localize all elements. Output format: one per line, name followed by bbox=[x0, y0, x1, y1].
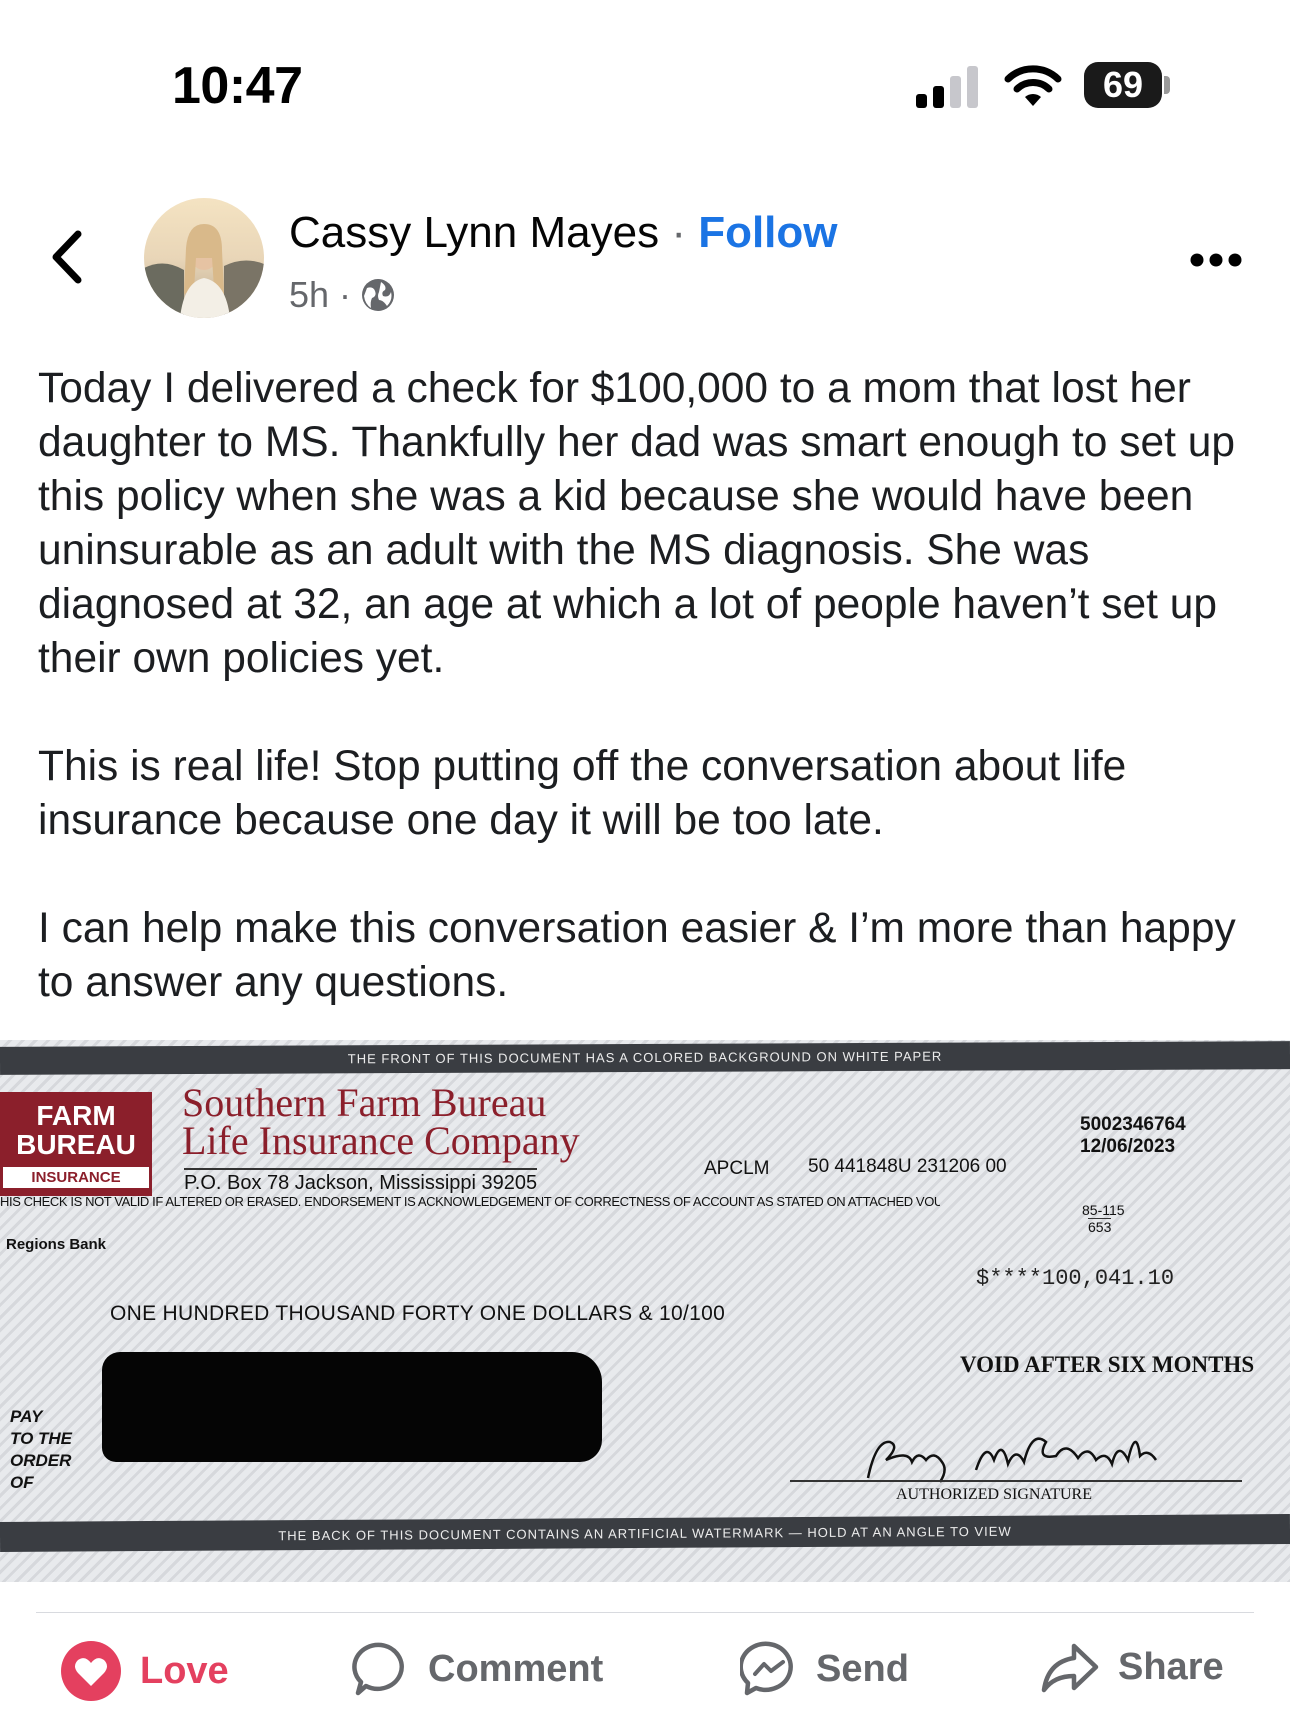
farm-bureau-logo: FARM BUREAU INSURANCE bbox=[0, 1092, 152, 1196]
messenger-icon bbox=[740, 1641, 793, 1696]
post-author-line: Cassy Lynn Mayes · Follow bbox=[289, 208, 838, 258]
comment-icon bbox=[352, 1642, 404, 1696]
pay-line4: OF bbox=[10, 1473, 34, 1492]
check-top-band: THE FRONT OF THIS DOCUMENT HAS A COLORED… bbox=[0, 1041, 1290, 1075]
post-meta: 5h · bbox=[289, 274, 395, 316]
signature-line bbox=[790, 1480, 1242, 1482]
post-paragraph: I can help make this conversation easier… bbox=[38, 905, 1236, 1006]
signature-label: AUTHORIZED SIGNATURE bbox=[896, 1486, 1092, 1503]
author-name[interactable]: Cassy Lynn Mayes bbox=[289, 208, 659, 257]
love-label: Love bbox=[140, 1649, 229, 1692]
check-top-band-text: THE FRONT OF THIS DOCUMENT HAS A COLORED… bbox=[347, 1048, 943, 1067]
send-label: Send bbox=[816, 1647, 909, 1690]
company-line2: Life Insurance Company bbox=[182, 1118, 580, 1163]
check-validity-notice: HIS CHECK IS NOT VALID IF ALTERED OR ERA… bbox=[0, 1194, 940, 1209]
pay-line3: ORDER bbox=[10, 1451, 72, 1470]
author-separator: · bbox=[671, 208, 686, 257]
check-pay-to-label: PAY TO THE ORDER OF bbox=[10, 1406, 72, 1494]
wifi-icon bbox=[1004, 65, 1062, 106]
pay-line2: TO THE bbox=[10, 1429, 73, 1448]
check-reference: 50 441848U 231206 00 bbox=[808, 1156, 1007, 1177]
logo-line2: BUREAU bbox=[16, 1129, 136, 1160]
check-number: 5002346764 bbox=[1080, 1114, 1186, 1135]
check-company-name: Southern Farm Bureau Life Insurance Comp… bbox=[182, 1080, 580, 1163]
check-bank: Regions Bank bbox=[6, 1236, 107, 1253]
avatar[interactable] bbox=[144, 198, 264, 318]
check-routing-top: 85-115 bbox=[1082, 1202, 1125, 1218]
check-date: 12/06/2023 bbox=[1080, 1136, 1176, 1157]
logo-line3: INSURANCE bbox=[3, 1167, 149, 1188]
share-icon bbox=[1041, 1643, 1099, 1693]
check-amount: $****100,041.10 bbox=[976, 1266, 1175, 1291]
send-button[interactable]: Send bbox=[740, 1640, 909, 1698]
follow-button[interactable]: Follow bbox=[698, 208, 837, 257]
check-code: APCLM bbox=[704, 1158, 770, 1179]
logo-line1: FARM bbox=[36, 1100, 116, 1131]
back-arrow-icon[interactable] bbox=[48, 228, 88, 286]
post-age[interactable]: 5h bbox=[289, 274, 329, 316]
status-time: 10:47 bbox=[172, 57, 303, 115]
check-routing-bottom: 653 bbox=[1088, 1218, 1112, 1235]
redacted-payee bbox=[102, 1352, 602, 1462]
meta-separator: · bbox=[339, 274, 352, 315]
company-line1: Southern Farm Bureau bbox=[182, 1080, 547, 1125]
check-company-address: P.O. Box 78 Jackson, Mississippi 39205 bbox=[184, 1168, 538, 1195]
check-amount-words: ONE HUNDRED THOUSAND FORTY ONE DOLLARS &… bbox=[110, 1302, 726, 1325]
action-bar-divider bbox=[36, 1612, 1254, 1613]
comment-button[interactable]: Comment bbox=[352, 1640, 603, 1698]
share-label: Share bbox=[1118, 1645, 1224, 1688]
post-body: Today I delivered a check for $100,000 t… bbox=[38, 362, 1268, 1064]
more-options-icon[interactable] bbox=[1190, 252, 1242, 268]
check-bottom-band-text: THE BACK OF THIS DOCUMENT CONTAINS AN AR… bbox=[278, 1523, 1012, 1544]
post-image-check[interactable]: THE FRONT OF THIS DOCUMENT HAS A COLORED… bbox=[0, 1040, 1290, 1582]
heart-icon bbox=[61, 1641, 121, 1701]
check-void-notice: VOID AFTER SIX MONTHS bbox=[960, 1352, 1255, 1377]
love-button[interactable]: Love bbox=[60, 1640, 229, 1702]
check-bottom-band: THE BACK OF THIS DOCUMENT CONTAINS AN AR… bbox=[0, 1514, 1290, 1552]
cellular-signal-icon bbox=[916, 66, 978, 108]
share-button[interactable]: Share bbox=[1040, 1640, 1224, 1694]
battery-percent: 69 bbox=[1102, 64, 1144, 105]
battery-icon: 69 bbox=[1084, 62, 1170, 108]
comment-label: Comment bbox=[428, 1647, 604, 1690]
globe-icon bbox=[362, 279, 395, 311]
post-paragraph: Today I delivered a check for $100,000 t… bbox=[38, 365, 1235, 682]
avatar-photo bbox=[144, 198, 264, 318]
post-paragraph: This is real life! Stop putting off the … bbox=[38, 743, 1127, 844]
pay-line1: PAY bbox=[10, 1407, 43, 1426]
